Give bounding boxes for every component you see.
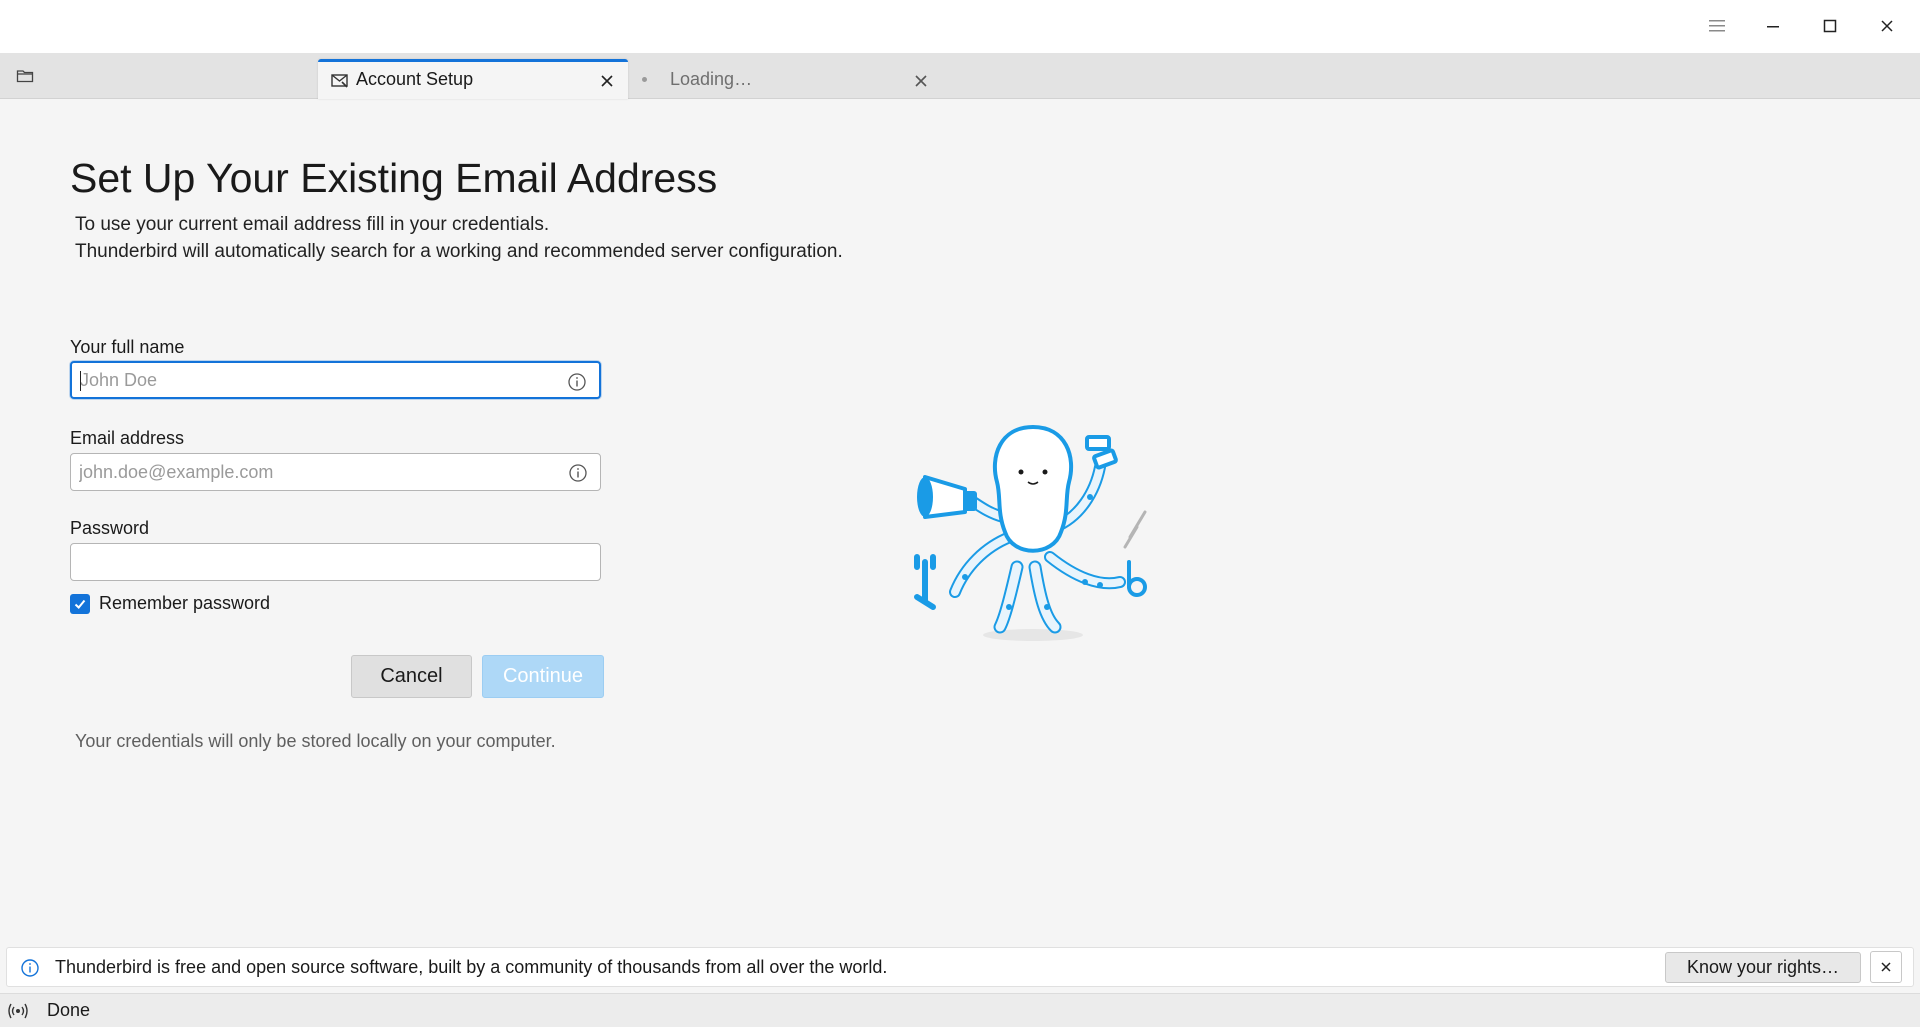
notification-bar: Thunderbird is free and open source soft… (6, 947, 1914, 987)
notification-text: Thunderbird is free and open source soft… (55, 957, 888, 977)
status-text: Done (47, 1000, 91, 1020)
full-name-input[interactable] (80, 363, 560, 397)
email-input[interactable] (79, 454, 559, 490)
info-icon[interactable] (567, 372, 587, 392)
email-label: Email address (70, 428, 185, 448)
cancel-button[interactable]: Cancel (351, 655, 472, 698)
credentials-note: Your credentials will only be stored loc… (75, 731, 556, 751)
online-status-icon[interactable] (8, 1002, 28, 1020)
loading-dot-icon (642, 77, 647, 82)
account-setup-page: Set Up Your Existing Email Address To us… (0, 99, 1920, 949)
password-label: Password (70, 518, 150, 538)
full-name-label: Your full name (70, 337, 185, 357)
tab-account-setup[interactable]: Account Setup (318, 59, 628, 99)
maximize-icon[interactable] (1808, 6, 1852, 46)
tab-label: Account Setup (356, 69, 474, 89)
info-icon (21, 959, 39, 977)
tab-label: Loading… (670, 69, 753, 89)
octopus-mascot-icon (914, 424, 1147, 641)
info-icon[interactable] (568, 463, 588, 483)
tab-strip: Account Setup Loading… (0, 53, 1920, 99)
remember-password-checkbox[interactable] (70, 594, 90, 614)
close-icon[interactable] (1865, 6, 1909, 46)
checkmark-icon (74, 599, 86, 609)
close-tab-icon[interactable] (596, 70, 618, 92)
close-tab-icon[interactable] (910, 70, 932, 92)
title-bar (0, 0, 1920, 53)
page-title: Set Up Your Existing Email Address (70, 155, 718, 201)
tab-loading[interactable]: Loading… (632, 59, 942, 99)
close-notification-icon[interactable] (1870, 951, 1902, 983)
continue-button[interactable]: Continue (482, 655, 604, 698)
description-line-2: Thunderbird will automatically search fo… (75, 241, 843, 262)
status-bar: Done (0, 993, 1920, 1027)
email-field[interactable] (70, 453, 601, 491)
tab-folders[interactable] (0, 53, 316, 99)
password-input[interactable] (79, 544, 559, 580)
description-line-1: To use your current email address fill i… (75, 214, 550, 235)
know-your-rights-button[interactable]: Know your rights… (1665, 952, 1861, 983)
text-caret (80, 371, 81, 391)
password-field[interactable] (70, 543, 601, 581)
minimize-icon[interactable] (1751, 6, 1795, 46)
folder-icon (16, 70, 34, 83)
mail-setup-icon (331, 74, 348, 88)
full-name-field[interactable] (70, 361, 601, 399)
menu-icon[interactable] (1695, 6, 1739, 46)
remember-password-label: Remember password (99, 593, 271, 613)
